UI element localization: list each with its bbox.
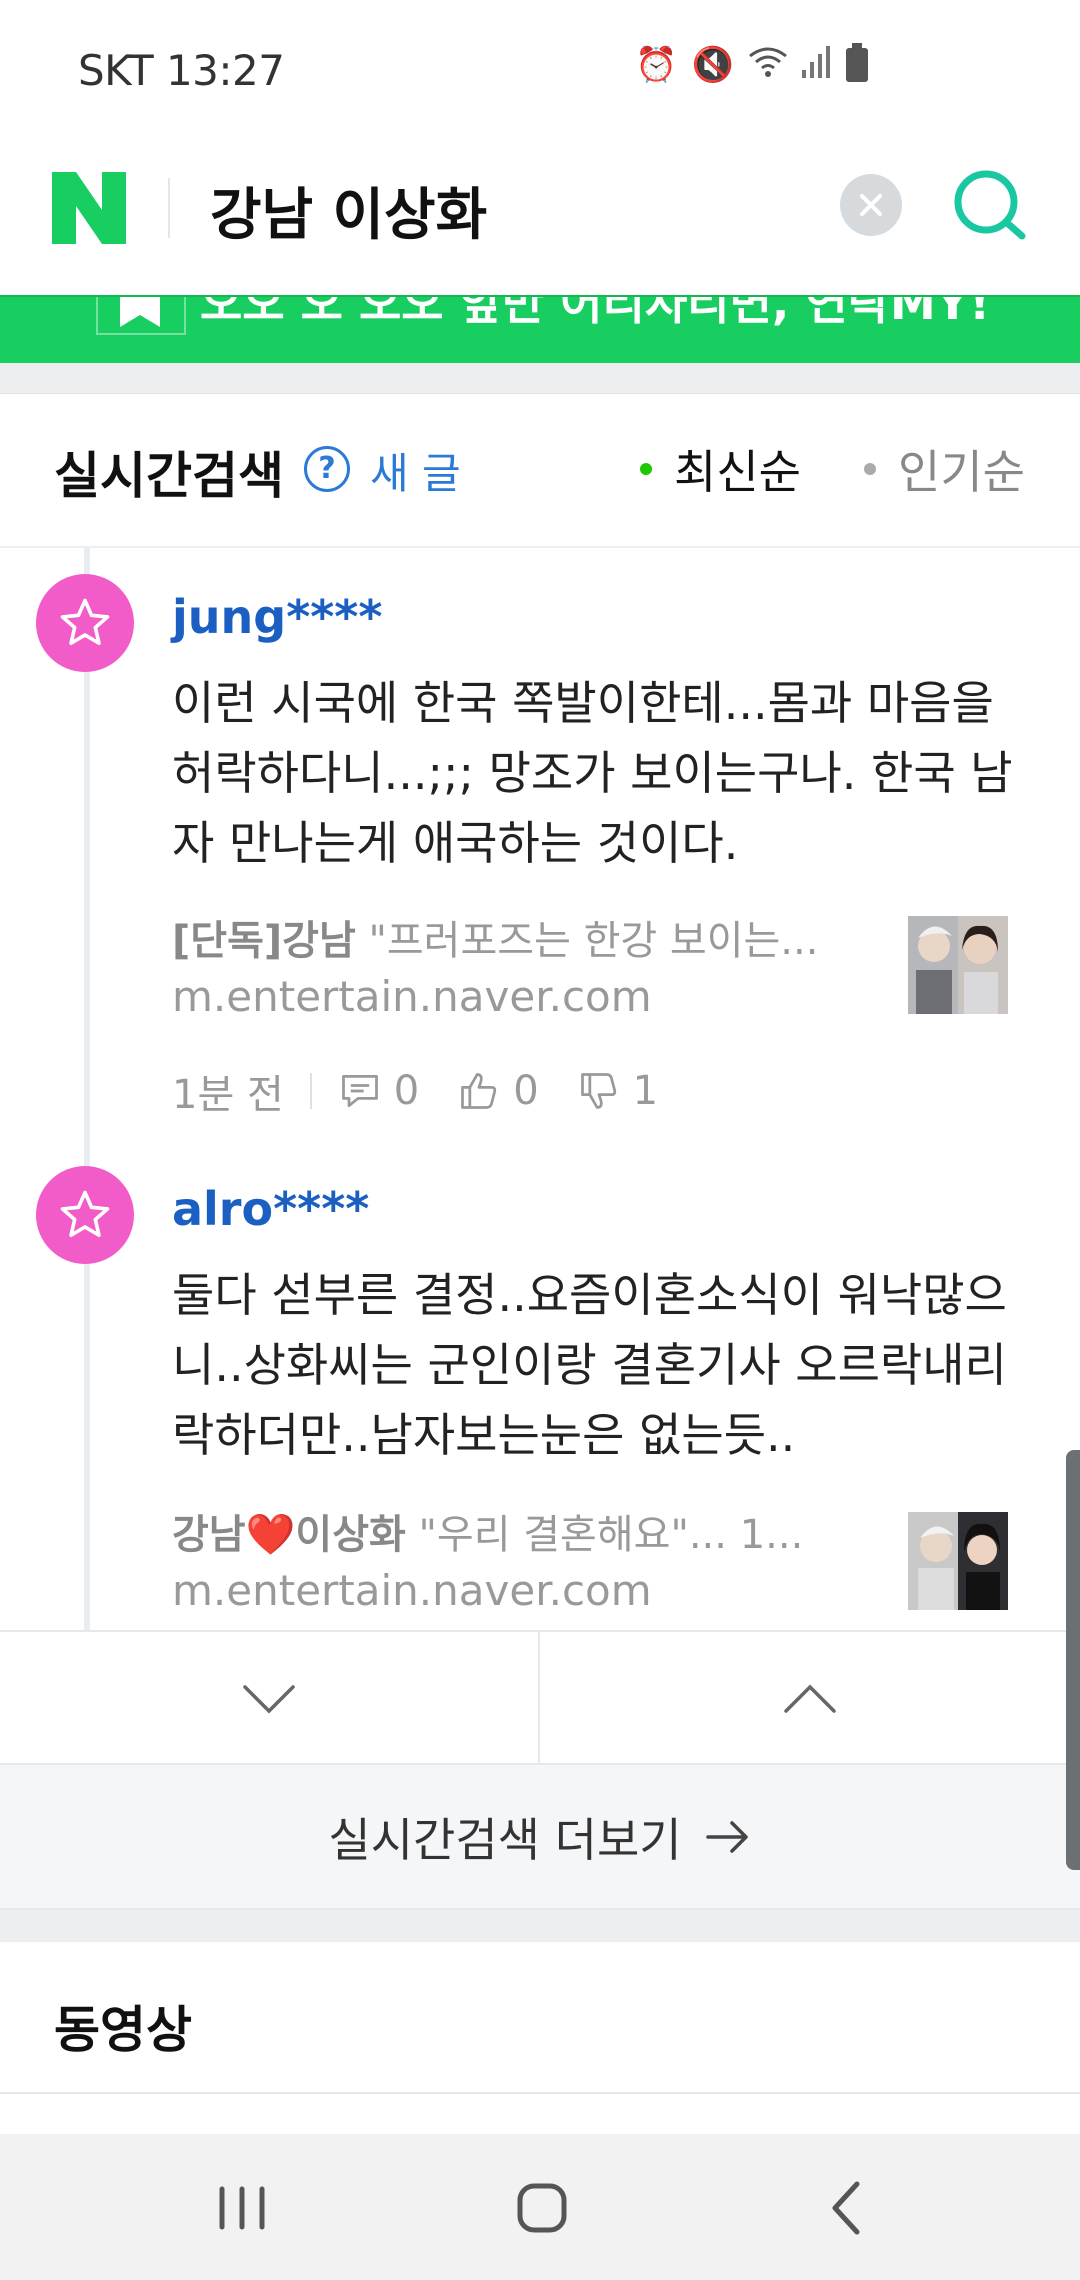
feed-pager [0,1630,1080,1765]
avatar[interactable] [36,574,134,672]
timeline-line [84,548,90,1630]
mute-icon: 🔇 [691,45,734,85]
prev-page-button[interactable] [540,1632,1080,1765]
sort-latest-label: 최신순 [674,445,801,499]
home-button[interactable] [502,2170,582,2246]
signal-icon [802,46,832,84]
reply-button[interactable]: 0 [338,1068,419,1114]
section-gap [0,363,1080,393]
comment-icon [341,1074,378,1108]
star-icon [60,1190,110,1238]
link-title[interactable]: 강남❤️이상화 "우리 결혼해요"... 1... [172,1502,872,1560]
article-thumbnail[interactable] [908,916,1008,1014]
realtime-header: 실시간검색 ? 새 글 최신순 인기순 [0,393,1080,548]
realtime-feed: jung**** 이런 시국에 한국 쪽발이한테...몸과 마음을 허락하다니.… [0,548,1080,1630]
scrollbar[interactable] [1066,1450,1080,1870]
new-posts-link[interactable]: 새 글 [370,440,461,501]
recent-apps-button[interactable] [202,2170,282,2246]
like-button[interactable]: 0 [457,1068,539,1114]
comment-text[interactable]: 이런 시국에 한국 쪽발이한테...몸과 마음을 허락하다니...;;; 망조가… [172,668,1022,878]
dislike-count: 1 [632,1068,659,1114]
alarm-icon: ⏰ [635,45,678,85]
header-divider [168,178,170,238]
meta-divider [309,1073,312,1109]
section-gap [0,1910,1080,1942]
chevron-down-icon [243,1684,295,1713]
like-count: 0 [513,1068,539,1114]
carrier-time: SKT 13:27 [78,46,285,95]
reply-count: 0 [393,1068,420,1114]
more-label: 실시간검색 더보기 [328,1812,682,1867]
banner-text: 오오 오 오오 앞만 어리자리면, 연락MY! [200,295,991,330]
section-title: 실시간검색 [54,447,284,505]
sort-latest-tab[interactable]: 최신순 [640,436,801,502]
search-input[interactable]: 강남 이상화 [210,170,487,251]
avatar[interactable] [36,1166,134,1264]
link-title-bold: [단독]강남 [172,918,356,964]
link-title-rest: "우리 결혼해요"... 1... [405,1512,804,1558]
status-bar: SKT 13:27 ⏰ 🔇 [0,0,1080,140]
green-banner[interactable]: 오오 오 오오 앞만 어리자리면, 연락MY! [0,295,1080,363]
wifi-icon [748,46,788,84]
item-meta: 1분 전 0 0 1 [172,1062,696,1120]
star-icon [60,598,110,646]
comment-text[interactable]: 둘다 섣부른 결정..요즘이혼소식이 워낙많으니..상화씨는 군인이랑 결혼기사… [172,1260,1022,1470]
section-title: 동영상 [54,2001,192,2059]
recents-icon [219,2186,265,2230]
inactive-dot [864,463,876,475]
back-icon [832,2181,860,2235]
home-icon [517,2183,567,2233]
back-button[interactable] [806,2170,886,2246]
link-title[interactable]: [단독]강남 "프러포즈는 한강 보이는... [172,908,872,966]
thumbs-up-icon [461,1073,497,1109]
search-icon[interactable] [950,166,1030,246]
video-section: 동영상 [0,1942,1080,2094]
status-icons: ⏰ 🔇 [635,43,868,85]
search-header: 강남 이상화 [0,140,1080,295]
arrow-right-icon [705,1820,748,1853]
question-icon[interactable]: ? [304,446,350,492]
sort-popular-tab[interactable]: 인기순 [864,436,1025,502]
system-nav-bar [0,2134,1080,2280]
link-url[interactable]: m.entertain.naver.com [172,972,652,1021]
link-title-rest: "프러포즈는 한강 보이는... [355,918,819,964]
battery-icon [846,43,868,82]
username[interactable]: jung**** [172,590,382,644]
username[interactable]: alro**** [172,1182,369,1236]
more-realtime-button[interactable]: 실시간검색 더보기 [0,1765,1080,1910]
article-thumbnail[interactable] [908,1512,1008,1610]
clear-button[interactable] [840,174,902,236]
timestamp: 1분 전 [172,1072,284,1118]
active-dot [640,463,652,475]
dislike-button[interactable]: 1 [577,1068,658,1114]
close-icon [860,194,882,216]
thumbs-down-icon [580,1073,616,1109]
chevron-up-icon [784,1684,836,1713]
link-title-bold: 강남❤️이상화 [172,1512,406,1558]
naver-logo-icon[interactable] [52,172,126,244]
sort-popular-label: 인기순 [898,445,1025,499]
link-url[interactable]: m.entertain.naver.com [172,1566,652,1615]
next-page-button[interactable] [0,1632,540,1765]
